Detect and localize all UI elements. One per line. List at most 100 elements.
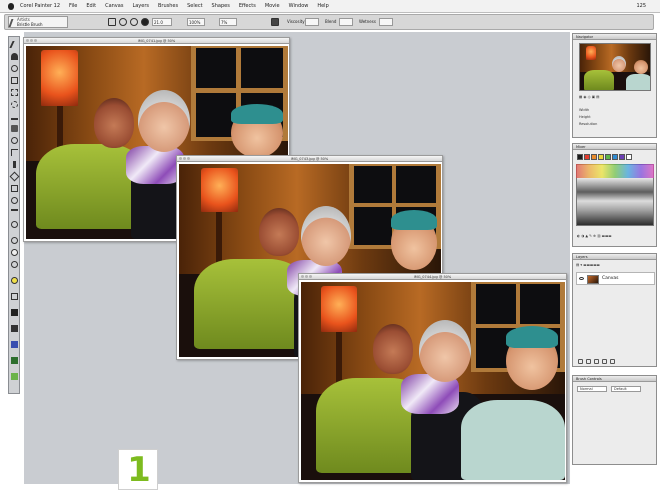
oval-select-icon[interactable] [11, 101, 18, 108]
layer-mask-icon[interactable] [594, 359, 599, 364]
clone-tool-icon[interactable] [11, 197, 18, 204]
menu-shapes[interactable]: Shapes [212, 3, 230, 9]
close-icon[interactable] [179, 157, 182, 160]
layers-composite-controls[interactable]: ▤ ▾ ▬▬▬▬▬ [576, 263, 600, 267]
mixer-swatch[interactable] [612, 154, 618, 160]
eraser-tool-icon[interactable] [11, 77, 18, 84]
lasso-tool-icon[interactable] [11, 113, 18, 120]
close-icon[interactable] [26, 39, 29, 42]
menu-canvas[interactable]: Canvas [105, 3, 123, 9]
mixer-swatch[interactable] [577, 154, 583, 160]
layers-title[interactable]: Layers [573, 254, 656, 260]
main-color-icon[interactable] [11, 277, 18, 284]
reset-tool-icon[interactable] [108, 18, 116, 26]
navigator-preview[interactable] [579, 43, 651, 91]
rect-select-icon[interactable] [11, 89, 18, 96]
brush-controls-palette: Brush Controls Normal Default [572, 375, 657, 465]
photo-canvas-3[interactable] [301, 282, 565, 480]
zoom-icon[interactable] [187, 157, 190, 160]
blend-field[interactable] [339, 18, 353, 26]
menu-layers[interactable]: Layers [132, 3, 149, 9]
dodge-tool-icon[interactable] [11, 209, 18, 216]
dab-type-icon[interactable] [141, 18, 149, 26]
lamp [41, 50, 78, 106]
paint-bucket-icon[interactable] [11, 65, 18, 72]
blend-mode-select[interactable]: Normal [577, 386, 607, 392]
brush-tool-icon[interactable] [9, 41, 20, 48]
viscosity-label: Viscosity [287, 19, 305, 24]
magnifier-tool-icon[interactable] [11, 249, 18, 256]
menu-movie[interactable]: Movie [265, 3, 280, 9]
layer-dynamic-icon[interactable] [602, 359, 607, 364]
dropper-tool-icon[interactable] [11, 53, 18, 60]
pen-tool-icon[interactable] [9, 171, 20, 182]
menu-file[interactable]: File [69, 3, 77, 9]
weaving-selector-icon[interactable] [11, 341, 18, 348]
mixer-swatch[interactable] [619, 154, 625, 160]
menu-window[interactable]: Window [289, 3, 309, 9]
brush-variant: Bristle Brush [17, 22, 43, 27]
menu-brushes[interactable]: Brushes [158, 3, 178, 9]
document-title-2: IMG_0743.jpg @ 50% [290, 157, 329, 161]
minimize-icon[interactable] [183, 157, 186, 160]
layer-row-canvas[interactable]: Canvas [576, 272, 655, 285]
menu-effects[interactable]: Effects [239, 3, 256, 9]
grain-field[interactable]: 7% [219, 18, 237, 26]
transform-tool-icon[interactable] [11, 137, 18, 144]
crop-tool-icon[interactable] [11, 149, 18, 156]
document-window-3[interactable]: IMG_0744.jpg @ 50% [298, 273, 567, 483]
minimize-icon[interactable] [305, 275, 308, 278]
document-titlebar-1[interactable]: IMG_0741.jpg @ 50% [24, 38, 289, 44]
layer-group-icon[interactable] [586, 359, 591, 364]
viscosity-field[interactable] [305, 18, 319, 26]
stroke-type-icon[interactable] [119, 18, 127, 26]
size-field[interactable]: 21.0 [152, 18, 172, 26]
method-select[interactable]: Default [611, 386, 641, 392]
grabber-tool-icon[interactable] [11, 237, 18, 244]
minimize-icon[interactable] [30, 39, 33, 42]
burn-tool-icon[interactable] [11, 221, 18, 228]
text-tool-icon[interactable] [13, 161, 16, 168]
nozzle-selector-icon[interactable] [11, 373, 18, 380]
rotate-page-icon[interactable] [11, 261, 18, 268]
stylus-icon[interactable] [271, 18, 279, 26]
mixer-swatch[interactable] [584, 154, 590, 160]
document-titlebar-3[interactable]: IMG_0744.jpg @ 50% [299, 274, 566, 280]
menu-help[interactable]: Help [317, 3, 328, 9]
delete-layer-icon[interactable] [610, 359, 615, 364]
gradient-selector-icon[interactable] [11, 325, 18, 332]
step-number: 1 [127, 450, 151, 490]
navigator-title[interactable]: Navigator [573, 34, 656, 40]
shape-tool-icon[interactable] [11, 185, 18, 192]
menu-edit[interactable]: Edit [86, 3, 96, 9]
wetness-field[interactable] [379, 18, 393, 26]
mixer-title[interactable]: Mixer [573, 144, 656, 150]
navigator-toolbar[interactable]: ▦ ◉ ◎ ▣ ▤ [579, 95, 599, 99]
mixer-swatch[interactable] [591, 154, 597, 160]
close-icon[interactable] [301, 275, 304, 278]
opacity-field[interactable]: 100% [187, 18, 205, 26]
new-layer-icon[interactable] [578, 359, 583, 364]
mixer-swatch[interactable] [598, 154, 604, 160]
mixer-swatch[interactable] [605, 154, 611, 160]
magic-wand-icon[interactable] [11, 125, 18, 132]
zoom-icon[interactable] [309, 275, 312, 278]
menu-bar: Corel Painter 12 File Edit Canvas Layers… [0, 0, 660, 13]
brush-controls-title[interactable]: Brush Controls [573, 376, 656, 382]
eye-icon[interactable] [579, 277, 584, 280]
zoom-icon[interactable] [34, 39, 37, 42]
layer-thumbnail [587, 275, 599, 284]
stroke-freehand-icon[interactable] [130, 18, 138, 26]
menu-select[interactable]: Select [187, 3, 202, 9]
brush-selector[interactable]: Artists Bristle Brush [8, 16, 68, 28]
apple-icon[interactable] [8, 2, 14, 10]
menu-app-name[interactable]: Corel Painter 12 [20, 3, 60, 9]
pattern-selector-icon[interactable] [11, 309, 18, 316]
paper-selector-icon[interactable] [11, 293, 18, 300]
info-height-label: Height [579, 115, 591, 119]
step-number-badge: 1 [118, 449, 158, 490]
document-titlebar-2[interactable]: IMG_0743.jpg @ 50% [177, 156, 442, 162]
mixer-swatch[interactable] [626, 154, 632, 160]
mixer-tools[interactable]: ◐ ◑ ▲ ✎ ⊕ ▥ ▬▬▬ [577, 234, 612, 238]
look-selector-icon[interactable] [11, 357, 18, 364]
